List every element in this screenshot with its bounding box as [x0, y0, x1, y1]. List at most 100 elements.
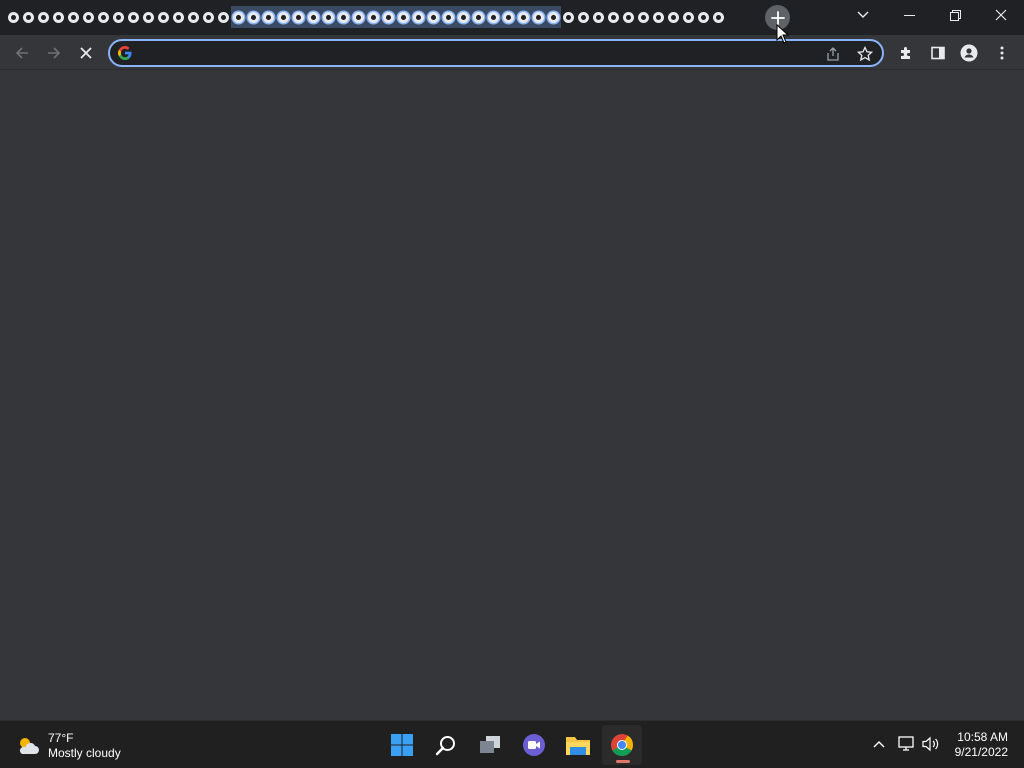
tab-favicon-icon: [53, 11, 64, 23]
tab-favicon-icon: [23, 11, 34, 23]
tab-favicon-icon: [113, 11, 124, 23]
browser-tab[interactable]: [276, 6, 291, 28]
browser-tab[interactable]: [696, 6, 711, 28]
chrome-menu-button[interactable]: [988, 39, 1016, 67]
browser-tab[interactable]: [426, 6, 441, 28]
browser-tab[interactable]: [561, 6, 576, 28]
tab-search-button[interactable]: [840, 0, 886, 30]
browser-tab[interactable]: [516, 6, 531, 28]
browser-tab[interactable]: [681, 6, 696, 28]
side-panel-icon: [931, 46, 945, 60]
address-input[interactable]: [140, 44, 820, 62]
start-icon: [391, 734, 413, 756]
browser-tab[interactable]: [546, 6, 561, 28]
browser-tab[interactable]: [216, 6, 231, 28]
browser-tab[interactable]: [81, 6, 96, 28]
browser-tab[interactable]: [441, 6, 456, 28]
restore-button[interactable]: [932, 0, 978, 30]
taskbar-clock[interactable]: 10:58 AM 9/21/2022: [955, 730, 1008, 760]
tab-favicon-icon: [248, 11, 259, 23]
browser-tab[interactable]: [306, 6, 321, 28]
puzzle-icon: [901, 47, 910, 59]
tab-favicon-icon: [38, 11, 49, 23]
taskbar-search-button[interactable]: [426, 725, 466, 765]
browser-tab[interactable]: [261, 6, 276, 28]
browser-tab[interactable]: [336, 6, 351, 28]
address-bar[interactable]: [108, 39, 884, 67]
bookmark-button[interactable]: [854, 43, 876, 65]
browser-tab[interactable]: [606, 6, 621, 28]
tab-favicon-icon: [218, 11, 229, 23]
side-panel-button[interactable]: [924, 39, 952, 67]
task-view-button[interactable]: [470, 725, 510, 765]
browser-tab[interactable]: [351, 6, 366, 28]
browser-tab[interactable]: [186, 6, 201, 28]
tab-favicon-icon: [368, 11, 379, 23]
stop-loading-button[interactable]: [72, 39, 100, 67]
teams-chat-button[interactable]: [514, 725, 554, 765]
tab-favicon-icon: [593, 11, 604, 23]
browser-tab[interactable]: [486, 6, 501, 28]
browser-tab[interactable]: [141, 6, 156, 28]
show-hidden-icons-button[interactable]: [868, 733, 890, 755]
browser-tab[interactable]: [396, 6, 411, 28]
browser-tab[interactable]: [201, 6, 216, 28]
minimize-button[interactable]: [886, 0, 932, 30]
browser-tab[interactable]: [471, 6, 486, 28]
browser-tab[interactable]: [231, 6, 246, 28]
browser-tab[interactable]: [291, 6, 306, 28]
taskbar: 77°F Mostly cloudy 10:58 AM 9/21/2022: [0, 720, 1024, 768]
browser-tab[interactable]: [321, 6, 336, 28]
chrome-taskbar-button[interactable]: [602, 725, 642, 765]
browser-tab[interactable]: [411, 6, 426, 28]
browser-tab[interactable]: [21, 6, 36, 28]
search-icon: [435, 736, 455, 756]
close-window-button[interactable]: [978, 0, 1024, 30]
profile-button[interactable]: [955, 39, 983, 67]
weather-widget[interactable]: 77°F Mostly cloudy: [16, 729, 121, 763]
browser-tab[interactable]: [621, 6, 636, 28]
network-button[interactable]: [896, 733, 918, 755]
browser-tab[interactable]: [156, 6, 171, 28]
browser-tab[interactable]: [171, 6, 186, 28]
forward-button[interactable]: [40, 39, 68, 67]
extensions-button[interactable]: [892, 39, 920, 67]
browser-tab[interactable]: [366, 6, 381, 28]
browser-tab[interactable]: [531, 6, 546, 28]
browser-tab[interactable]: [636, 6, 651, 28]
share-icon: [827, 47, 839, 61]
weather-condition: Mostly cloudy: [48, 746, 121, 760]
browser-tab[interactable]: [651, 6, 666, 28]
browser-tab[interactable]: [96, 6, 111, 28]
browser-tab[interactable]: [36, 6, 51, 28]
active-app-indicator: [616, 760, 630, 763]
browser-tab[interactable]: [711, 6, 726, 28]
tab-favicon-icon: [653, 11, 664, 23]
browser-tab[interactable]: [51, 6, 66, 28]
browser-tab[interactable]: [456, 6, 471, 28]
tab-favicon-icon: [698, 11, 709, 23]
tab-favicon-icon: [608, 11, 619, 23]
browser-tab[interactable]: [246, 6, 261, 28]
volume-button[interactable]: [920, 733, 942, 755]
tab-favicon-icon: [233, 11, 244, 23]
browser-tab[interactable]: [126, 6, 141, 28]
back-button[interactable]: [8, 39, 36, 67]
browser-tab[interactable]: [666, 6, 681, 28]
browser-tab[interactable]: [111, 6, 126, 28]
tab-favicon-icon: [188, 11, 199, 23]
share-button[interactable]: [822, 43, 844, 65]
start-button[interactable]: [382, 725, 422, 765]
tab-favicon-icon: [263, 11, 274, 23]
browser-tab[interactable]: [66, 6, 81, 28]
browser-tab[interactable]: [501, 6, 516, 28]
file-explorer-icon: [566, 737, 590, 755]
file-explorer-button[interactable]: [558, 725, 598, 765]
kebab-icon: [1000, 46, 1004, 60]
browser-tab[interactable]: [591, 6, 606, 28]
tab-favicon-icon: [533, 11, 544, 23]
browser-tab[interactable]: [6, 6, 21, 28]
browser-tab[interactable]: [576, 6, 591, 28]
close-icon: [995, 9, 1007, 21]
browser-tab[interactable]: [381, 6, 396, 28]
